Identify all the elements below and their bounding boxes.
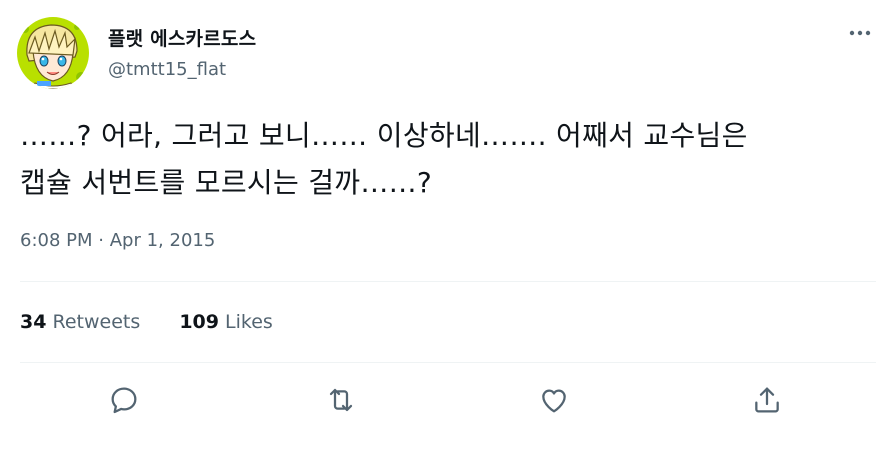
like-button[interactable]	[536, 382, 572, 418]
reply-icon	[111, 387, 137, 414]
likes-stat[interactable]: 109 Likes	[179, 311, 273, 333]
more-options-button[interactable]	[840, 20, 880, 46]
share-icon	[755, 387, 779, 413]
likes-count: 109	[179, 311, 219, 333]
tweet-text: ……? 어라, 그러고 보니…… 이상하네……. 어째서 교수님은 캡슐 서번트…	[20, 112, 880, 206]
retweets-count: 34	[20, 311, 47, 333]
tweet-date-link[interactable]: Apr 1, 2015	[110, 230, 216, 251]
tweet-time-link[interactable]: 6:08 PM	[20, 230, 93, 251]
tweet-timestamp: 6:08 PM · Apr 1, 2015	[20, 230, 215, 251]
display-name[interactable]: 플랫 에스카르도스	[108, 24, 256, 51]
more-horizontal-icon	[849, 30, 871, 36]
share-button[interactable]	[749, 382, 785, 418]
retweets-stat[interactable]: 34 Retweets	[20, 311, 140, 333]
tweet-stats: 34 Retweets 109 Likes	[20, 311, 306, 333]
avatar[interactable]	[17, 17, 89, 89]
likes-label: Likes	[225, 311, 273, 333]
retweet-icon	[329, 388, 353, 412]
meta-separator: ·	[98, 230, 104, 251]
reply-button[interactable]	[106, 382, 142, 418]
retweets-label: Retweets	[52, 311, 141, 333]
tweet-text-line: 캡슐 서번트를 모르시는 걸까……?	[20, 166, 433, 199]
tweet-text-line: ……? 어라, 그러고 보니…… 이상하네……. 어째서 교수님은	[20, 119, 748, 152]
user-handle[interactable]: @tmtt15_flat	[108, 59, 226, 80]
retweet-button[interactable]	[323, 382, 359, 418]
divider	[20, 362, 876, 363]
divider	[20, 281, 876, 282]
heart-icon	[542, 389, 566, 413]
anime-character-avatar-icon	[17, 17, 89, 89]
